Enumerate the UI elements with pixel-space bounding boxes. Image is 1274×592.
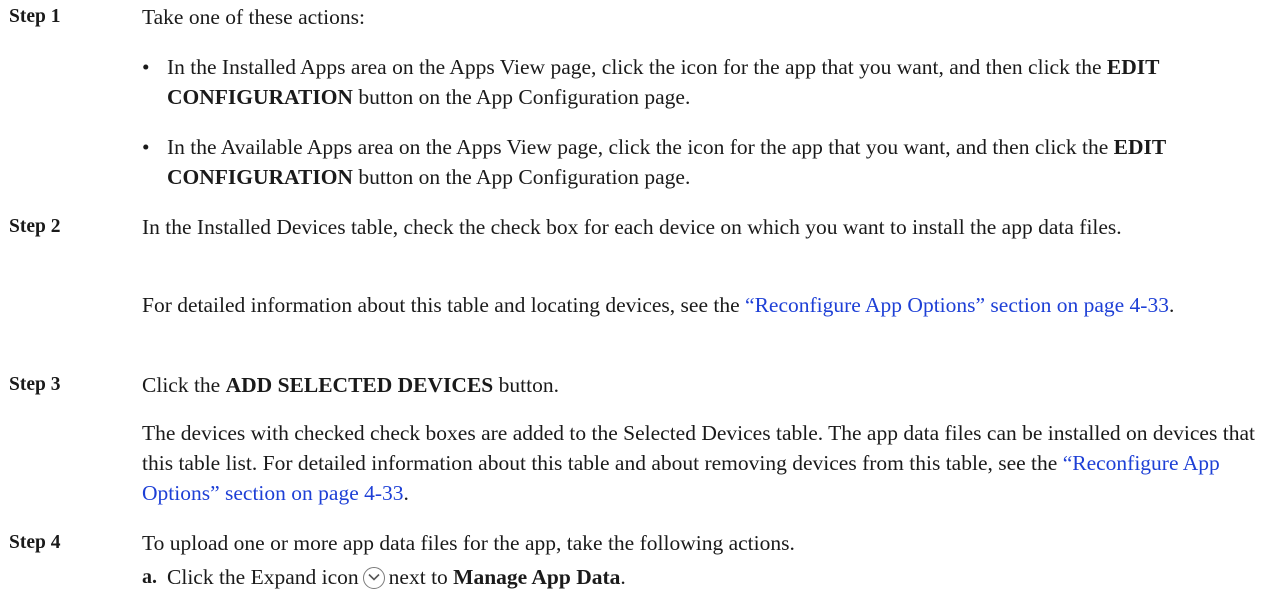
step-text: Click the ADD SELECTED DEVICES button. bbox=[142, 373, 559, 397]
bullet-text: In the Available Apps area on the Apps V… bbox=[167, 135, 1166, 189]
bullet-icon: • bbox=[142, 135, 150, 159]
bullet-text: In the Installed Apps area on the Apps V… bbox=[167, 55, 1160, 109]
step-label: Step 1 bbox=[9, 6, 61, 27]
step-label: Step 2 bbox=[9, 216, 61, 237]
step-text: In the Installed Devices table, check th… bbox=[142, 215, 1122, 239]
bullet-icon: • bbox=[142, 55, 150, 79]
step-label: Step 4 bbox=[9, 532, 61, 553]
step-text: Take one of these actions: bbox=[142, 5, 365, 29]
expand-chevron-icon bbox=[362, 567, 385, 589]
step-2-detail: For detailed information about this tabl… bbox=[142, 293, 1175, 317]
step-label: Step 3 bbox=[9, 374, 61, 395]
step-3-detail: The devices with checked check boxes are… bbox=[142, 421, 1255, 505]
reconfigure-app-options-link[interactable]: “Reconfigure App Options” section on pag… bbox=[745, 293, 1169, 317]
step-text: To upload one or more app data files for… bbox=[142, 531, 795, 555]
